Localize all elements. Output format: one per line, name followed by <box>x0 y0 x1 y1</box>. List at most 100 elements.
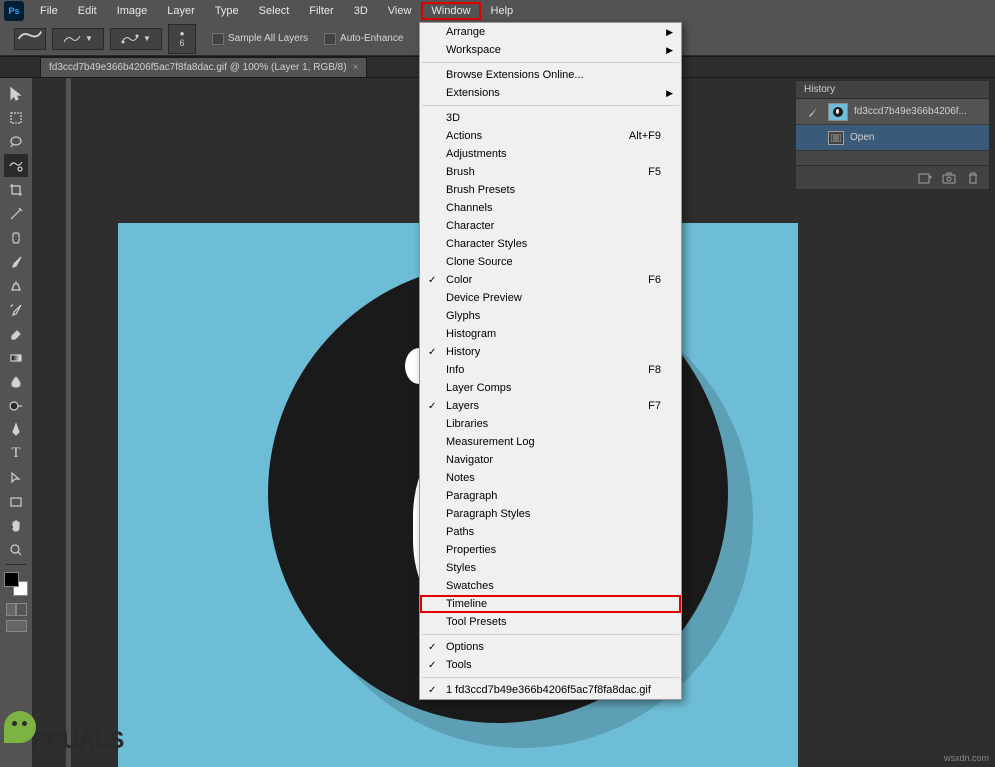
create-document-icon[interactable] <box>917 171 933 185</box>
menu-item-paragraph-styles[interactable]: Paragraph Styles <box>420 505 681 523</box>
menu-item-3d[interactable]: 3D <box>420 109 681 127</box>
menu-item-info[interactable]: InfoF8 <box>420 361 681 379</box>
menu-item-character-styles[interactable]: Character Styles <box>420 235 681 253</box>
menu-edit[interactable]: Edit <box>68 2 107 20</box>
menu-window[interactable]: Window <box>421 2 480 20</box>
blur-tool[interactable] <box>4 370 28 393</box>
sample-all-layers-option[interactable]: Sample All Layers <box>212 33 308 45</box>
quick-selection-tool[interactable] <box>4 154 28 177</box>
eraser-tool[interactable] <box>4 322 28 345</box>
menu-item-device-preview[interactable]: Device Preview <box>420 289 681 307</box>
menu-item-libraries[interactable]: Libraries <box>420 415 681 433</box>
menu-item-label: Adjustments <box>446 148 507 160</box>
history-brush-tool[interactable] <box>4 298 28 321</box>
menu-image[interactable]: Image <box>107 2 158 20</box>
menu-item-color[interactable]: ✓ColorF6 <box>420 271 681 289</box>
menu-item-extensions[interactable]: Extensions▶ <box>420 84 681 102</box>
menu-item-tools[interactable]: ✓Tools <box>420 656 681 674</box>
menu-view[interactable]: View <box>378 2 422 20</box>
menu-item-label: Color <box>446 274 472 286</box>
hand-tool[interactable] <box>4 514 28 537</box>
menu-item-label: Tools <box>446 659 472 671</box>
photoshop-logo-icon[interactable]: Ps <box>4 1 24 21</box>
menu-filter[interactable]: Filter <box>299 2 343 20</box>
menu-item-history[interactable]: ✓History <box>420 343 681 361</box>
color-swatches[interactable] <box>4 572 28 596</box>
menu-item-label: Styles <box>446 562 476 574</box>
screen-mode-toggle[interactable] <box>6 620 27 632</box>
menu-item-channels[interactable]: Channels <box>420 199 681 217</box>
gradient-tool[interactable] <box>4 346 28 369</box>
menu-3d[interactable]: 3D <box>344 2 378 20</box>
pen-tool[interactable] <box>4 418 28 441</box>
menu-item-notes[interactable]: Notes <box>420 469 681 487</box>
menu-item-swatches[interactable]: Swatches <box>420 577 681 595</box>
brush-preset-picker[interactable]: ▼ <box>52 28 104 50</box>
menu-item-clone-source[interactable]: Clone Source <box>420 253 681 271</box>
history-document-row[interactable]: fd3ccd7b49e366b4206f... <box>796 99 989 125</box>
menu-item-brush[interactable]: BrushF5 <box>420 163 681 181</box>
document-tab-title: fd3ccd7b49e366b4206f5ac7f8fa8dac.gif @ 1… <box>49 62 347 73</box>
menu-item-browse-extensions-online[interactable]: Browse Extensions Online... <box>420 66 681 84</box>
delete-icon[interactable] <box>965 171 981 185</box>
menu-item-paragraph[interactable]: Paragraph <box>420 487 681 505</box>
healing-brush-tool[interactable] <box>4 226 28 249</box>
menu-item-brush-presets[interactable]: Brush Presets <box>420 181 681 199</box>
snapshot-icon[interactable] <box>941 171 957 185</box>
move-tool[interactable] <box>4 82 28 105</box>
history-thumbnail <box>828 103 848 121</box>
menu-item-layers[interactable]: ✓LayersF7 <box>420 397 681 415</box>
sample-all-layers-checkbox[interactable] <box>212 33 224 45</box>
foreground-color-swatch[interactable] <box>4 572 19 587</box>
menu-item-1-fd3ccd7b49e366b4206f5ac7f8fa8dac-gif[interactable]: ✓1 fd3ccd7b49e366b4206f5ac7f8fa8dac.gif <box>420 681 681 699</box>
brush-size-selector[interactable]: • 6 <box>168 24 196 54</box>
menu-item-label: Brush <box>446 166 475 178</box>
history-state-row[interactable]: Open <box>796 125 989 151</box>
menu-item-actions[interactable]: ActionsAlt+F9 <box>420 127 681 145</box>
menu-item-options[interactable]: ✓Options <box>420 638 681 656</box>
menu-item-properties[interactable]: Properties <box>420 541 681 559</box>
document-tab-close-icon[interactable]: × <box>353 62 359 73</box>
type-tool[interactable]: T <box>4 442 28 465</box>
menu-type[interactable]: Type <box>205 2 249 20</box>
mask-mode-toggle[interactable] <box>6 603 27 616</box>
auto-enhance-label: Auto-Enhance <box>340 33 403 44</box>
lasso-tool[interactable] <box>4 130 28 153</box>
menu-item-workspace[interactable]: Workspace▶ <box>420 41 681 59</box>
menu-item-tool-presets[interactable]: Tool Presets <box>420 613 681 631</box>
menu-item-histogram[interactable]: Histogram <box>420 325 681 343</box>
watermark-mascot-icon <box>4 711 36 743</box>
path-selection-tool[interactable] <box>4 466 28 489</box>
dodge-tool[interactable] <box>4 394 28 417</box>
menu-item-measurement-log[interactable]: Measurement Log <box>420 433 681 451</box>
eyedropper-tool[interactable] <box>4 202 28 225</box>
history-panel-header[interactable]: History <box>796 81 989 99</box>
current-tool-icon[interactable] <box>14 28 46 50</box>
menu-item-arrange[interactable]: Arrange▶ <box>420 23 681 41</box>
menu-item-label: Glyphs <box>446 310 480 322</box>
auto-enhance-checkbox[interactable] <box>324 33 336 45</box>
menu-item-character[interactable]: Character <box>420 217 681 235</box>
menu-item-adjustments[interactable]: Adjustments <box>420 145 681 163</box>
document-tab[interactable]: fd3ccd7b49e366b4206f5ac7f8fa8dac.gif @ 1… <box>40 57 367 77</box>
menu-item-paths[interactable]: Paths <box>420 523 681 541</box>
menu-item-timeline[interactable]: Timeline <box>420 595 681 613</box>
brush-options-picker[interactable]: ▼ <box>110 28 162 50</box>
menu-layer[interactable]: Layer <box>157 2 205 20</box>
menu-help[interactable]: Help <box>481 2 524 20</box>
clone-stamp-tool[interactable] <box>4 274 28 297</box>
menu-item-glyphs[interactable]: Glyphs <box>420 307 681 325</box>
brush-tool[interactable] <box>4 250 28 273</box>
menu-item-navigator[interactable]: Navigator <box>420 451 681 469</box>
menu-item-styles[interactable]: Styles <box>420 559 681 577</box>
auto-enhance-option[interactable]: Auto-Enhance <box>324 33 403 45</box>
rectangle-tool[interactable] <box>4 490 28 513</box>
menu-item-layer-comps[interactable]: Layer Comps <box>420 379 681 397</box>
menu-file[interactable]: File <box>30 2 68 20</box>
marquee-tool[interactable] <box>4 106 28 129</box>
crop-tool[interactable] <box>4 178 28 201</box>
menu-select[interactable]: Select <box>249 2 300 20</box>
zoom-tool[interactable] <box>4 538 28 561</box>
history-panel-tab[interactable]: History <box>804 84 835 95</box>
menu-item-label: Brush Presets <box>446 184 515 196</box>
